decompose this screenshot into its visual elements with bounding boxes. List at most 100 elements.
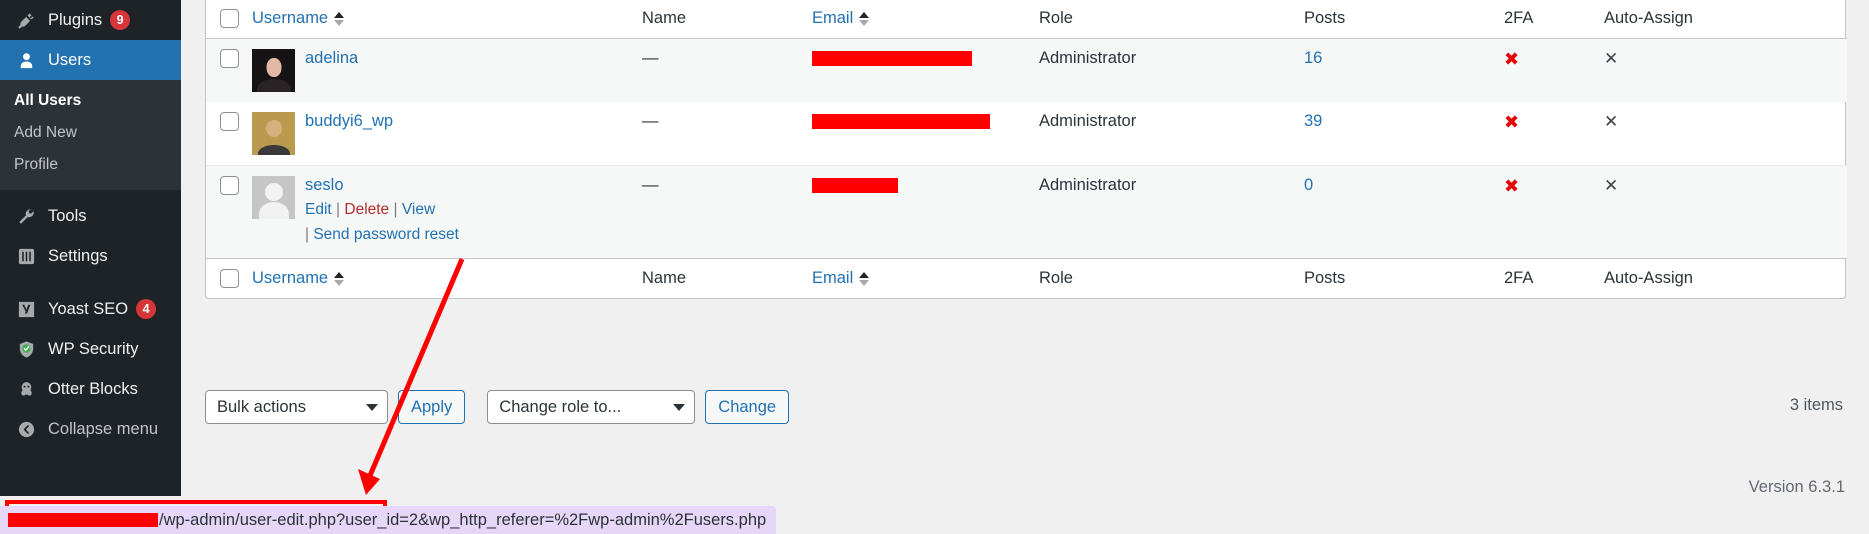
column-header-auto-assign: Auto-Assign [1604, 0, 1847, 39]
cross-icon: ✕ [1604, 49, 1619, 69]
column-footer-username[interactable]: Username [252, 257, 642, 298]
users-table-foot: Username Name Email Role Posts 2FA Auto-… [206, 257, 1847, 298]
row-checkbox[interactable] [220, 49, 239, 68]
chevron-down-icon [673, 403, 686, 411]
sidebar-item-otter-blocks[interactable]: Otter Blocks [0, 369, 181, 409]
sort-arrows-icon [859, 12, 870, 26]
row-select-cell [206, 38, 252, 102]
name-cell: — [642, 38, 812, 102]
posts-count-link[interactable]: 0 [1304, 176, 1313, 194]
sidebar-item-label: Otter Blocks [48, 379, 138, 398]
bulk-actions-value: Bulk actions [217, 397, 306, 416]
change-label: Change [718, 397, 777, 416]
shield-check-icon [12, 340, 40, 359]
table-row: adelina — Administrator 16 ✖ ✕ [206, 38, 1847, 102]
item-count: 3 items [1789, 396, 1843, 414]
yoast-notification-badge: 4 [136, 299, 157, 319]
sidebar-item-label: Users [48, 50, 92, 69]
column-header-email[interactable]: Email [812, 0, 1039, 39]
role-cell: Administrator [1039, 38, 1304, 102]
sort-username-link[interactable]: Username [252, 9, 328, 28]
sidebar-item-tools[interactable]: Tools [0, 196, 181, 236]
sidebar-item-users[interactable]: Users [0, 40, 189, 80]
select-all-footer [206, 257, 252, 298]
username-link[interactable]: seslo [305, 176, 344, 194]
cross-icon: ✖ [1504, 112, 1520, 133]
select-all-header [206, 0, 252, 39]
apply-button[interactable]: Apply [398, 390, 466, 424]
menu-gap [0, 276, 181, 289]
sidebar-item-yoast-seo[interactable]: Yoast SEO 4 [0, 289, 181, 329]
change-button[interactable]: Change [705, 390, 790, 424]
email-redaction-bar [812, 51, 972, 67]
column-header-posts: Posts [1304, 0, 1504, 39]
change-role-select[interactable]: Change role to... [487, 390, 696, 424]
row-checkbox[interactable] [220, 112, 239, 131]
send-password-reset-link[interactable]: Send password reset [313, 226, 459, 243]
posts-count-link[interactable]: 39 [1304, 112, 1322, 130]
role-cell: Administrator [1039, 112, 1137, 130]
submenu-item-label: Add New [14, 124, 77, 141]
twofa-cell: ✖ [1504, 165, 1604, 259]
posts-count-link[interactable]: 16 [1304, 49, 1322, 67]
url-host-redaction-bar [8, 513, 158, 527]
username-cell: buddyi6_wp [252, 102, 642, 166]
collapse-arrow-icon [12, 420, 40, 439]
select-all-checkbox-footer[interactable] [220, 268, 239, 288]
sidebar-item-label: Settings [48, 246, 108, 265]
username-link[interactable]: buddyi6_wp [305, 112, 393, 130]
bulk-actions-select[interactable]: Bulk actions [205, 390, 388, 424]
sort-email-link[interactable]: Email [812, 9, 853, 28]
sidebar-item-collapse-menu[interactable]: Collapse menu [0, 409, 181, 449]
twofa-cell: ✖ [1504, 38, 1604, 102]
sidebar-item-label: Collapse menu [48, 419, 159, 438]
wordpress-version: Version 6.3.1 [1748, 478, 1845, 496]
avatar [252, 49, 295, 92]
select-all-checkbox[interactable] [220, 9, 239, 28]
sidebar-item-label: WP Security [48, 339, 139, 358]
chevron-down-icon [366, 403, 378, 411]
wordpress-users-admin-screen: Plugins 9 Users All Users Add New Profil… [0, 0, 1869, 534]
cross-icon: ✕ [1604, 176, 1619, 196]
twofa-cell: ✖ [1504, 102, 1604, 166]
avatar [252, 176, 295, 219]
row-checkbox[interactable] [220, 176, 239, 195]
email-redaction-bar [812, 178, 898, 194]
sort-username-link-footer[interactable]: Username [252, 269, 328, 288]
sidebar-item-wp-security[interactable]: WP Security [0, 329, 181, 369]
row-actions: Edit | Delete | View | Send password res… [305, 198, 459, 248]
edit-link[interactable]: Edit [305, 201, 332, 218]
role-cell: Administrator [1039, 165, 1304, 259]
admin-sidebar: Plugins 9 Users All Users Add New Profil… [0, 0, 189, 496]
sort-email-link-footer[interactable]: Email [812, 269, 853, 288]
email-cell [812, 165, 1039, 259]
column-header-username[interactable]: Username [252, 0, 642, 39]
sidebar-item-settings[interactable]: Settings [0, 236, 181, 276]
delete-link[interactable]: Delete [344, 201, 389, 218]
submenu-item-label: Profile [14, 156, 58, 173]
column-footer-auto-assign: Auto-Assign [1604, 257, 1847, 298]
sidebar-item-all-users[interactable]: All Users [0, 85, 181, 117]
table-footer-row: Username Name Email Role Posts 2FA Auto-… [206, 257, 1847, 298]
username-cell: adelina [252, 38, 642, 102]
sliders-icon [12, 247, 40, 266]
user-icon [12, 51, 40, 70]
view-link[interactable]: View [402, 201, 435, 218]
sidebar-item-plugins[interactable]: Plugins 9 [0, 0, 181, 40]
email-cell [812, 38, 1039, 102]
yoast-icon [12, 300, 40, 319]
name-cell: — [642, 112, 659, 130]
username-link[interactable]: adelina [305, 49, 358, 67]
username-cell: seslo Edit | Delete | View | Send passwo… [252, 165, 642, 259]
submenu-item-label: All Users [14, 92, 82, 109]
email-cell [812, 102, 1039, 166]
sidebar-item-label: Tools [48, 206, 87, 225]
main-content: Username Name Email Role Posts 2FA Auto-… [181, 0, 1869, 534]
column-footer-email[interactable]: Email [812, 257, 1039, 298]
table-row: seslo Edit | Delete | View | Send passwo… [206, 165, 1847, 259]
sidebar-item-add-new[interactable]: Add New [0, 117, 181, 149]
sidebar-item-profile[interactable]: Profile [0, 149, 181, 181]
column-header-role: Role [1039, 0, 1304, 39]
sidebar-item-label: Yoast SEO [48, 299, 129, 318]
posts-cell: 0 [1304, 165, 1504, 259]
